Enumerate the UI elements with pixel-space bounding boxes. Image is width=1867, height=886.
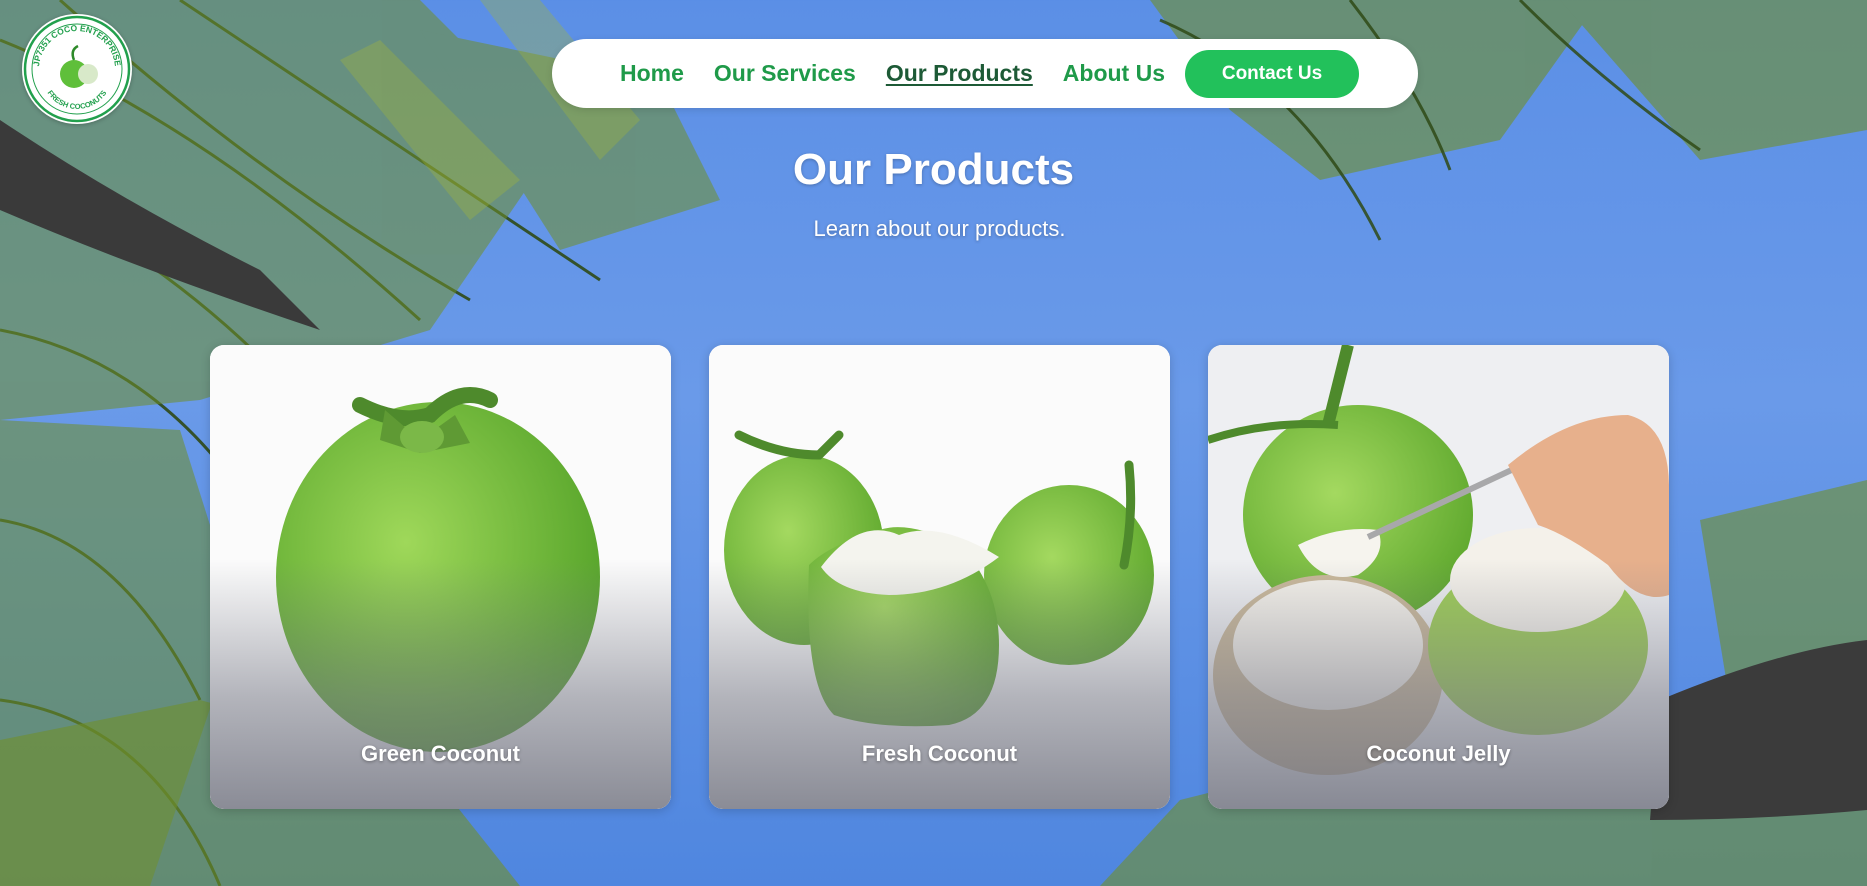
page-subtitle: Learn about our products. (813, 216, 1066, 241)
product-name: Fresh Coconut (861, 741, 1018, 766)
contact-us-button[interactable]: Contact Us (1185, 49, 1360, 98)
product-name: Green Coconut (361, 741, 520, 766)
main-navigation: Home Our Services Our Products About Us … (552, 39, 1418, 108)
nav-our-services[interactable]: Our Services (714, 60, 856, 87)
product-name: Coconut Jelly (1366, 741, 1511, 766)
nav-home[interactable]: Home (620, 60, 684, 87)
product-card-fresh-coconut[interactable]: Fresh Coconut (709, 345, 1170, 809)
nav-our-products[interactable]: Our Products (886, 60, 1033, 87)
product-card-coconut-jelly[interactable]: Coconut Jelly (1208, 345, 1669, 809)
page-title: Our Products (792, 145, 1075, 194)
product-cards: Green Coconut Fresh Coconut Coconut Jell… (210, 345, 1669, 809)
product-card-green-coconut[interactable]: Green Coconut (210, 345, 671, 809)
nav-about-us[interactable]: About Us (1063, 60, 1165, 87)
company-logo[interactable]: JP7351 COCO ENTERPRISE FRESH COCONUTS (22, 14, 132, 124)
